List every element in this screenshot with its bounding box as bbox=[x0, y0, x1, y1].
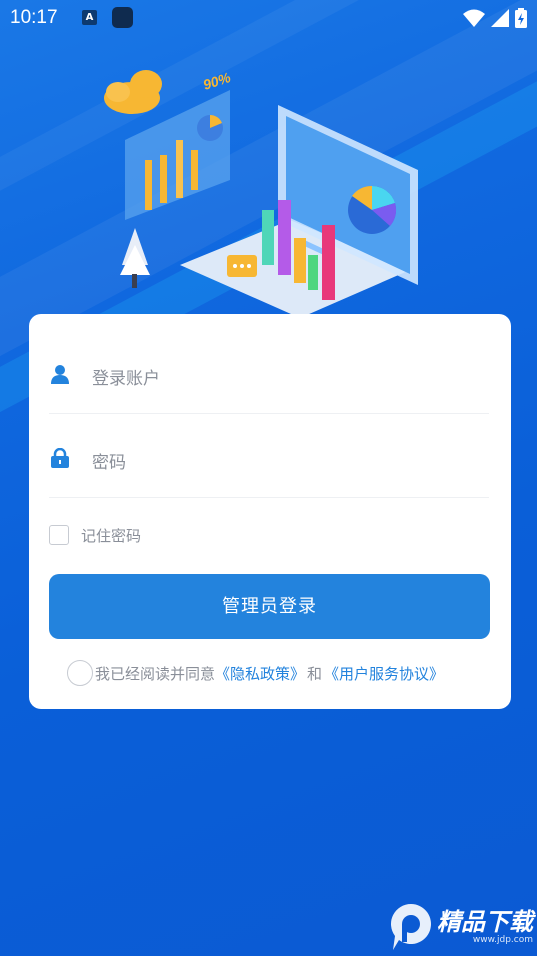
watermark: 精品下载 www.jdp.com bbox=[389, 902, 533, 952]
tree-icon bbox=[120, 228, 150, 288]
remember-password[interactable]: 记住密码 bbox=[49, 524, 141, 546]
password-field[interactable]: 密码 bbox=[49, 418, 489, 498]
chat-bubble-icon bbox=[227, 255, 257, 277]
agreement-text: 我已经阅读并同意 bbox=[95, 664, 216, 683]
username-placeholder: 登录账户 bbox=[92, 369, 160, 389]
wifi-icon bbox=[463, 9, 485, 27]
dashboard-illustration: 90% bbox=[104, 69, 418, 318]
watermark-logo-icon bbox=[391, 904, 431, 950]
agreement-radio[interactable] bbox=[67, 660, 93, 686]
username-field[interactable]: 登录账户 bbox=[49, 334, 489, 414]
user-icon bbox=[51, 365, 69, 384]
signal-icon bbox=[491, 9, 509, 27]
status-time: 10:17 bbox=[10, 7, 58, 28]
watermark-url: www.jdp.com bbox=[472, 935, 533, 945]
cloud-icon bbox=[104, 70, 162, 114]
agreement-row: 我已经阅读并同意 《隐私政策》 和 《用户服务协议》 bbox=[67, 660, 444, 686]
status-bar: 10:17 A bbox=[0, 0, 537, 36]
privacy-policy-link[interactable]: 《隐私政策》 bbox=[215, 663, 305, 684]
battery-icon bbox=[515, 8, 527, 28]
notification-a-icon: A bbox=[82, 10, 97, 25]
remember-label: 记住密码 bbox=[81, 526, 142, 545]
terms-of-service-link[interactable]: 《用户服务协议》 bbox=[324, 663, 444, 684]
agreement-and: 和 bbox=[307, 664, 323, 683]
lock-icon bbox=[51, 448, 69, 468]
percent-label: 90% bbox=[201, 69, 233, 93]
login-card: 登录账户 密码 记住密码 管理员登录 我已经阅读并同意 《隐私政策》 和 《用户… bbox=[29, 314, 511, 709]
notification-app-icon bbox=[112, 7, 133, 28]
watermark-text: 精品下载 bbox=[437, 908, 533, 936]
admin-login-button[interactable]: 管理员登录 bbox=[49, 574, 490, 639]
password-placeholder: 密码 bbox=[92, 453, 126, 473]
remember-checkbox[interactable] bbox=[49, 525, 69, 545]
